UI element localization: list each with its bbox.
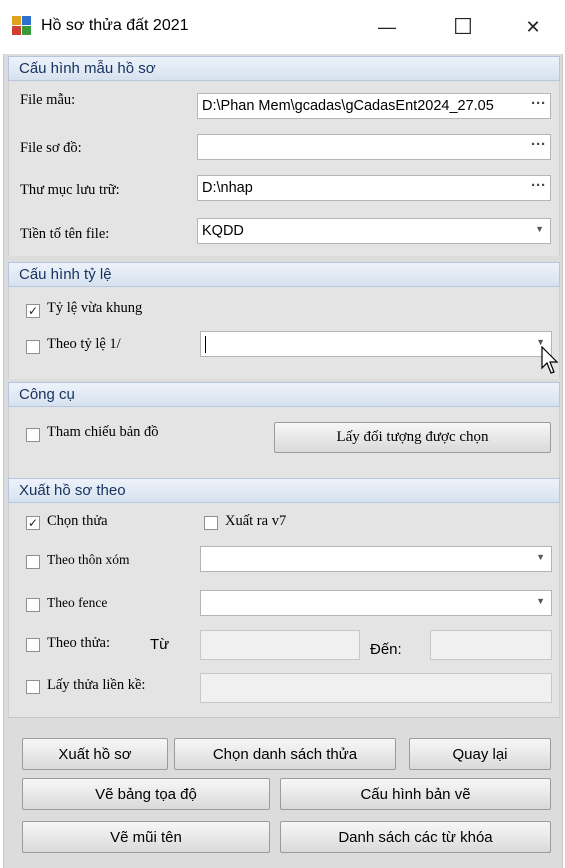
title-bar: Hồ sơ thửa đất 2021 — ☐ ✕ [0, 0, 565, 54]
minimize-button[interactable]: — [362, 8, 412, 46]
by-fence-label: Theo fence [47, 595, 108, 610]
browse-icon[interactable]: ··· [529, 95, 546, 112]
map-reference-label: Tham chiếu bản đồ [47, 424, 159, 440]
form-content: Cấu hình mẫu hồ sơ File mẫu: D:\Phan Mem… [3, 54, 563, 868]
select-parcel-checkbox[interactable]: ✓ [26, 516, 40, 530]
export-v7-label: Xuất ra v7 [225, 513, 287, 529]
export-by-header: Xuất hồ sơ theo [8, 478, 560, 503]
back-button[interactable]: Quay lại [409, 738, 551, 770]
choose-parcel-list-button[interactable]: Chọn danh sách thửa [174, 738, 396, 770]
app-icon [12, 16, 32, 36]
by-fence-checkbox[interactable] [26, 598, 40, 612]
browse-icon[interactable]: ··· [529, 136, 546, 153]
browse-icon[interactable]: ··· [529, 177, 546, 194]
by-hamlet-checkbox[interactable] [26, 555, 40, 569]
file-prefix-select[interactable]: KQDD ▼ [197, 218, 551, 244]
template-file-label: File mẫu: [20, 92, 76, 108]
adjacent-parcel-label: Lấy thửa liền kề: [47, 677, 146, 693]
diagram-file-label: File sơ đồ: [20, 140, 82, 156]
storage-folder-label: Thư mục lưu trữ: [20, 182, 120, 198]
diagram-file-field[interactable]: ··· [197, 134, 551, 160]
maximize-button[interactable]: ☐ [438, 8, 488, 46]
fence-select[interactable]: ▼ [200, 590, 552, 616]
chevron-down-icon: ▼ [536, 596, 545, 606]
maximize-icon: ☐ [453, 14, 473, 39]
drawing-config-button[interactable]: Cấu hình bản vẽ [280, 778, 551, 810]
adjacent-parcel-checkbox[interactable] [26, 680, 40, 694]
get-selected-object-button[interactable]: Lấy đối tượng được chọn [274, 422, 551, 453]
by-parcel-label: Theo thửa: [47, 635, 111, 651]
storage-folder-field[interactable]: D:\nhap ··· [197, 175, 551, 201]
map-reference-checkbox[interactable] [26, 428, 40, 442]
chevron-down-icon: ▼ [536, 552, 545, 562]
fit-frame-checkbox[interactable]: ✓ [26, 304, 40, 318]
draw-arrow-button[interactable]: Vẽ mũi tên [22, 821, 270, 853]
adjacent-parcel-field[interactable] [200, 673, 552, 703]
tools-header: Công cụ [8, 382, 560, 407]
chevron-down-icon: ▼ [535, 224, 544, 234]
minimize-icon: — [378, 16, 396, 37]
file-prefix-label: Tiền tố tên file: [20, 226, 110, 242]
by-hamlet-label: Theo thôn xóm [47, 552, 130, 567]
keywords-list-button[interactable]: Danh sách các từ khóa [280, 821, 551, 853]
mouse-cursor-icon [541, 346, 559, 374]
from-parcel-field[interactable] [200, 630, 360, 660]
fit-frame-label: Tỷ lệ vừa khung [47, 300, 143, 316]
text-caret [205, 336, 206, 353]
template-config-header: Cấu hình mẫu hồ sơ [8, 56, 560, 81]
by-parcel-checkbox[interactable] [26, 638, 40, 652]
custom-scale-select[interactable]: ▼ [200, 331, 552, 357]
template-file-field[interactable]: D:\Phan Mem\gcadas\gCadasEnt2024_27.05 ·… [197, 93, 551, 119]
custom-scale-label: Theo tỷ lệ 1/ [47, 336, 121, 352]
select-parcel-label: Chọn thửa [47, 513, 108, 529]
from-label: Từ [150, 636, 170, 653]
close-icon: ✕ [525, 16, 541, 37]
hamlet-select[interactable]: ▼ [200, 546, 552, 572]
scale-config-header: Cấu hình tỷ lệ [8, 262, 560, 287]
to-label: Đến: [370, 641, 402, 658]
custom-scale-checkbox[interactable] [26, 340, 40, 354]
to-parcel-field[interactable] [430, 630, 552, 660]
window-title: Hồ sơ thửa đất 2021 [41, 17, 189, 34]
export-button[interactable]: Xuất hồ sơ [22, 738, 168, 770]
export-v7-checkbox[interactable] [204, 516, 218, 530]
close-button[interactable]: ✕ [508, 8, 558, 46]
draw-coordinate-table-button[interactable]: Vẽ bảng tọa độ [22, 778, 270, 810]
